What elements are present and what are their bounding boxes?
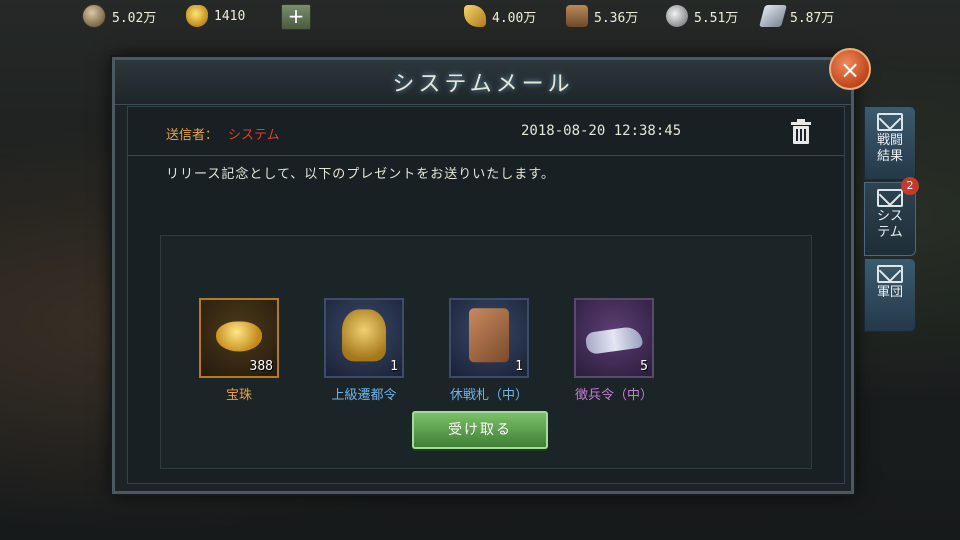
reward-name: 休戦札（中） bbox=[449, 388, 528, 403]
reward-name: 徴兵令（中） bbox=[574, 388, 653, 403]
tab-battle-results[interactable]: 戦闘結果 bbox=[864, 106, 916, 180]
iron-icon bbox=[759, 5, 787, 27]
dialog-title-bar: システムメール bbox=[115, 60, 851, 105]
sender-label: 送信者： bbox=[166, 128, 219, 143]
reward-slot[interactable]: 1 bbox=[324, 298, 404, 378]
ingot-resource: 1410 bbox=[186, 4, 245, 28]
resource-bar: 5.02万 1410 + 4.00万 5.36万 5.51万 5.87万 bbox=[0, 0, 960, 34]
reward-item[interactable]: 388 宝珠 bbox=[198, 298, 280, 403]
reward-slot[interactable]: 5 bbox=[574, 298, 654, 378]
mail-header: 送信者： システム 2018-08-20 12:38:45 bbox=[128, 107, 844, 156]
reward-slot[interactable]: 1 bbox=[449, 298, 529, 378]
wheat-icon bbox=[464, 5, 486, 27]
tab-legion[interactable]: 軍団 bbox=[864, 258, 916, 332]
reward-name: 上級遷都令 bbox=[331, 388, 397, 403]
silver-beast-icon bbox=[584, 325, 644, 355]
unread-badge: 2 bbox=[901, 177, 919, 195]
mail-icon bbox=[877, 113, 903, 131]
coin-icon bbox=[82, 4, 106, 28]
reward-item[interactable]: 1 休戦札（中） bbox=[448, 298, 530, 403]
mail-message: リリース記念として、以下のプレゼントをお送りいたします。 bbox=[166, 167, 556, 182]
gold-ingot-icon bbox=[186, 5, 208, 27]
add-currency-button[interactable]: + bbox=[281, 4, 311, 30]
trash-icon[interactable] bbox=[790, 119, 812, 145]
coin-resource: 5.02万 bbox=[82, 4, 156, 28]
reward-qty: 5 bbox=[640, 359, 648, 374]
grain-resource: 4.00万 bbox=[464, 4, 536, 28]
stone-icon bbox=[666, 5, 688, 27]
reward-slot[interactable]: 388 bbox=[199, 298, 279, 378]
dialog-title: システムメール bbox=[392, 72, 574, 97]
iron-value: 5.87万 bbox=[790, 10, 835, 26]
tab-label: 軍団 bbox=[876, 285, 903, 300]
mail-date: 2018-08-20 12:38:45 bbox=[521, 123, 682, 139]
stone-value: 5.51万 bbox=[694, 10, 739, 26]
coin-value: 5.02万 bbox=[112, 10, 157, 26]
truce-plate-icon bbox=[469, 308, 509, 363]
sender-name: システム bbox=[228, 128, 280, 143]
reward-item[interactable]: 5 徴兵令（中） bbox=[573, 298, 655, 403]
mail-icon bbox=[877, 189, 903, 207]
gold-token-icon bbox=[342, 309, 386, 362]
reward-qty: 1 bbox=[515, 359, 523, 374]
reward-qty: 1 bbox=[390, 359, 398, 374]
mail-icon bbox=[877, 265, 903, 283]
tab-label: 戦闘結果 bbox=[876, 133, 903, 164]
grain-value: 4.00万 bbox=[492, 10, 537, 26]
wood-value: 5.36万 bbox=[594, 10, 639, 26]
reward-name: 宝珠 bbox=[225, 388, 252, 403]
reward-item[interactable]: 1 上級遷都令 bbox=[323, 298, 405, 403]
close-button[interactable]: × bbox=[829, 48, 871, 90]
gold-ingot-icon bbox=[216, 321, 262, 352]
receive-button[interactable]: 受け取る bbox=[412, 411, 548, 449]
iron-resource: 5.87万 bbox=[759, 4, 835, 28]
reward-qty: 388 bbox=[249, 359, 273, 374]
ingot-value: 1410 bbox=[214, 8, 246, 24]
wood-icon bbox=[566, 5, 588, 27]
wood-resource: 5.36万 bbox=[566, 4, 638, 28]
tab-label: システム bbox=[876, 209, 903, 240]
stone-resource: 5.51万 bbox=[666, 4, 738, 28]
